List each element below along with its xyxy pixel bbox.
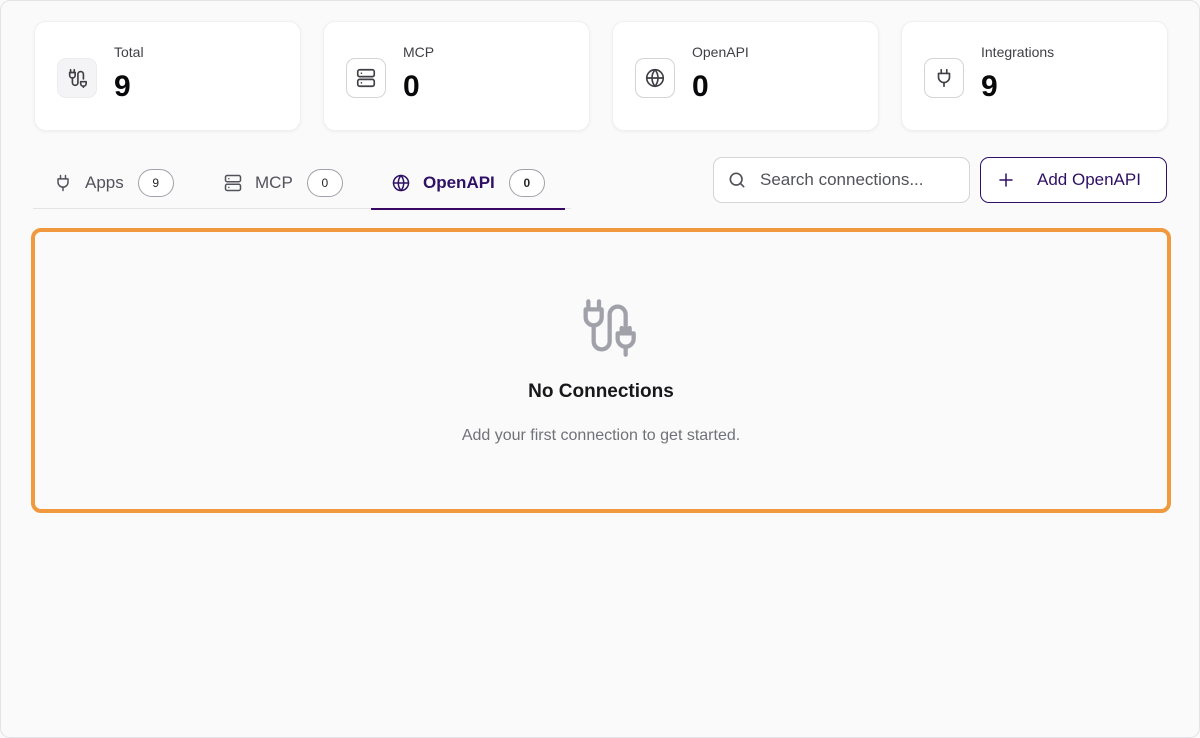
tab-label: OpenAPI	[423, 172, 495, 192]
server-icon	[223, 173, 243, 193]
stat-card-total: Total 9	[34, 21, 301, 131]
stat-value: 9	[114, 70, 131, 103]
count-badge: 0	[508, 168, 545, 197]
server-icon	[346, 58, 386, 98]
tab-openapi[interactable]: OpenAPI 0	[371, 156, 565, 210]
stat-label: Integrations	[981, 44, 1055, 60]
plus-icon	[997, 171, 1015, 189]
plug-icon	[924, 58, 964, 98]
tab-mcp[interactable]: MCP 0	[223, 156, 343, 209]
stat-card-openapi: OpenAPI 0	[612, 21, 879, 131]
stat-label: Total	[114, 44, 144, 60]
stat-card-integrations: Integrations 9	[901, 21, 1168, 131]
tab-label: Apps	[85, 172, 124, 192]
search-input[interactable]	[760, 170, 960, 190]
stat-value: 0	[403, 70, 420, 103]
plug-cable-icon	[57, 58, 97, 98]
search-icon	[727, 170, 747, 190]
empty-state-subtitle: Add your first connection to get started…	[461, 427, 741, 444]
globe-icon	[391, 173, 411, 193]
tab-apps[interactable]: Apps 9	[53, 156, 174, 209]
stat-label: OpenAPI	[692, 44, 749, 60]
tab-label: MCP	[255, 172, 293, 192]
connection-tabs: Apps 9 MCP 0 OpenAPI 0	[33, 156, 571, 210]
stat-value: 9	[981, 70, 998, 103]
stat-card-mcp: MCP 0	[323, 21, 590, 131]
add-button-label: Add OpenAPI	[1037, 170, 1141, 189]
stats-row: Total 9 MCP 0 OpenAPI 0 Integrations 9	[34, 21, 1168, 131]
count-badge: 0	[306, 168, 343, 197]
stat-label: MCP	[403, 44, 435, 60]
empty-state-panel: No Connections Add your first connection…	[31, 228, 1171, 513]
plug-icon	[53, 173, 73, 193]
count-badge: 9	[137, 168, 174, 197]
add-openapi-button[interactable]: Add OpenAPI	[980, 157, 1167, 203]
search-box	[713, 157, 970, 203]
plug-cable-icon	[575, 296, 639, 360]
empty-state-title: No Connections	[528, 381, 674, 402]
app-frame: Total 9 MCP 0 OpenAPI 0 Integrations 9 A…	[0, 0, 1200, 738]
stat-value: 0	[692, 70, 709, 103]
globe-icon	[635, 58, 675, 98]
